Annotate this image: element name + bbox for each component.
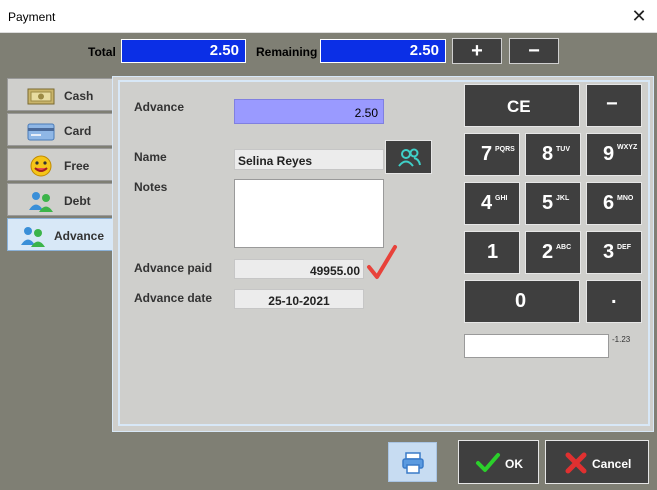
notes-textarea[interactable] bbox=[234, 179, 384, 248]
keypad-6-button[interactable]: 6 MNO bbox=[586, 182, 642, 225]
remaining-label: Remaining bbox=[256, 45, 318, 59]
debt-icon bbox=[29, 192, 53, 212]
tab-free[interactable]: Free bbox=[7, 148, 113, 181]
total-field: 2.50 bbox=[121, 39, 246, 63]
name-label: Name bbox=[134, 150, 167, 164]
title-bar: Payment ✕ bbox=[0, 0, 657, 33]
printer-icon bbox=[402, 452, 424, 474]
plus-button[interactable]: + bbox=[452, 38, 502, 64]
tab-advance-label: Advance bbox=[54, 229, 105, 243]
advance-field[interactable]: 2.50 bbox=[234, 99, 384, 124]
tab-cash-label: Cash bbox=[64, 89, 94, 103]
check-mark-icon bbox=[367, 245, 397, 279]
print-button[interactable] bbox=[388, 442, 437, 482]
tab-card-label: Card bbox=[64, 124, 92, 138]
select-customer-button[interactable] bbox=[385, 140, 432, 174]
window-title: Payment bbox=[8, 10, 56, 24]
advance-date-label: Advance date bbox=[134, 291, 213, 305]
free-icon bbox=[30, 155, 52, 177]
close-icon[interactable]: ✕ bbox=[629, 6, 649, 26]
minus-icon: − bbox=[606, 93, 618, 115]
keypad-9-button[interactable]: 9 WXYZ bbox=[586, 133, 642, 176]
tab-debt-label: Debt bbox=[64, 194, 91, 208]
cancel-label: Cancel bbox=[592, 457, 632, 471]
advance-label: Advance bbox=[134, 100, 185, 114]
card-icon bbox=[27, 123, 55, 141]
tab-free-label: Free bbox=[64, 159, 90, 173]
keypad-5-button[interactable]: 5 JKL bbox=[525, 182, 581, 225]
advance-date-field[interactable]: 25-10-2021 bbox=[234, 289, 364, 309]
notes-label: Notes bbox=[134, 180, 168, 194]
plus-icon: + bbox=[471, 40, 483, 62]
ok-label: OK bbox=[505, 457, 523, 471]
keypad-1-button[interactable]: 1 bbox=[464, 231, 520, 274]
advance-paid-label: Advance paid bbox=[134, 261, 213, 275]
tab-debt[interactable]: Debt bbox=[7, 183, 113, 216]
keypad-7-button[interactable]: 7 PQRS bbox=[464, 133, 520, 176]
advance-icon bbox=[21, 227, 45, 247]
keypad-ce-button[interactable]: CE bbox=[464, 84, 580, 127]
minus-button[interactable]: − bbox=[509, 38, 559, 64]
keypad-0-button[interactable]: 0 bbox=[464, 280, 580, 323]
total-label: Total bbox=[88, 45, 116, 59]
name-field[interactable]: Selina Reyes bbox=[234, 149, 384, 170]
tab-cash[interactable]: Cash bbox=[7, 78, 113, 111]
keypad-4-button[interactable]: 4 GHI bbox=[464, 182, 520, 225]
ok-check-icon bbox=[476, 453, 500, 472]
tab-card[interactable]: Card bbox=[7, 113, 113, 146]
keypad-minus-button[interactable]: − bbox=[586, 84, 642, 127]
remaining-field: 2.50 bbox=[320, 39, 446, 63]
ok-button[interactable]: OK bbox=[458, 440, 539, 484]
advance-paid-field: 49955.00 bbox=[234, 259, 364, 279]
keypad-display-hint: -1.23 bbox=[612, 335, 631, 344]
minus-icon: − bbox=[528, 40, 540, 62]
keypad-8-button[interactable]: 8 TUV bbox=[525, 133, 581, 176]
cancel-button[interactable]: Cancel bbox=[545, 440, 649, 484]
keypad-3-button[interactable]: 3 DEF bbox=[586, 231, 642, 274]
keypad-display[interactable] bbox=[464, 334, 609, 358]
cash-icon bbox=[27, 88, 55, 105]
keypad-2-button[interactable]: 2 ABC bbox=[525, 231, 581, 274]
keypad-dot-button[interactable]: . bbox=[586, 280, 642, 323]
cancel-x-icon bbox=[565, 452, 587, 474]
tab-advance[interactable]: Advance bbox=[7, 218, 113, 251]
users-icon bbox=[398, 148, 421, 167]
